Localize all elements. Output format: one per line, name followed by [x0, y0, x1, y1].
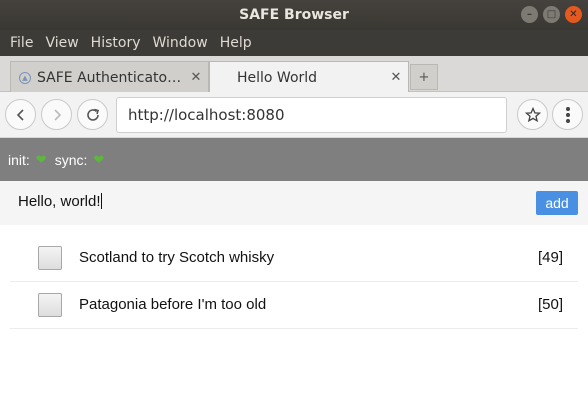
todo-text: Patagonia before I'm too old: [79, 296, 267, 313]
new-todo-row: Hello, world! add: [0, 181, 588, 225]
chevron-left-icon: [16, 108, 24, 121]
green-heart-icon: ❤: [35, 151, 47, 167]
chevron-right-icon: [53, 108, 61, 121]
menu-file[interactable]: File: [6, 35, 37, 51]
window-controls: – □ ✕: [521, 6, 582, 23]
sync-label: sync:: [54, 151, 88, 168]
safe-logo-icon: ▲: [19, 71, 31, 84]
reload-icon: [86, 108, 99, 121]
menu-more-button[interactable]: [552, 99, 583, 130]
new-todo-value: Hello, world!: [18, 193, 101, 210]
star-icon: [524, 106, 541, 122]
minimize-icon[interactable]: –: [521, 6, 538, 23]
todo-checkbox[interactable]: [38, 293, 62, 317]
new-todo-input[interactable]: Hello, world!: [18, 193, 102, 210]
tab-safe-authenticator[interactable]: ▲ SAFE Authenticator ... ✕: [10, 61, 209, 93]
tab-title: Hello World: [237, 69, 318, 86]
back-button[interactable]: [5, 99, 36, 130]
new-tab-button[interactable]: +: [410, 64, 438, 90]
todo-list: Scotland to try Scotch whisky [49] Patag…: [10, 235, 578, 329]
init-label: init:: [8, 151, 30, 168]
todo-id: [49]: [537, 249, 563, 266]
plus-icon: +: [418, 69, 430, 85]
bookmark-button[interactable]: [517, 99, 548, 130]
todo-item: Scotland to try Scotch whisky [49]: [10, 235, 578, 282]
window-titlebar: SAFE Browser – □ ✕: [0, 0, 588, 30]
more-vertical-icon: [565, 106, 570, 123]
menu-window[interactable]: Window: [148, 35, 211, 51]
todo-item: Patagonia before I'm too old [50]: [10, 282, 578, 329]
todo-checkbox[interactable]: [38, 246, 62, 270]
window-title: SAFE Browser: [239, 7, 349, 23]
forward-button[interactable]: [41, 99, 72, 130]
tab-close-icon[interactable]: ✕: [384, 70, 408, 85]
menu-history[interactable]: History: [87, 35, 145, 51]
reload-button[interactable]: [77, 99, 108, 130]
menu-help[interactable]: Help: [216, 35, 256, 51]
connection-status-bar: init: ❤ sync: ❤: [0, 138, 588, 181]
tab-close-icon[interactable]: ✕: [184, 70, 208, 85]
address-toolbar: http://localhost:8080: [0, 92, 588, 138]
tab-hello-world[interactable]: Hello World ✕: [209, 61, 409, 93]
todo-id: [50]: [537, 296, 563, 313]
todo-text: Scotland to try Scotch whisky: [79, 249, 275, 266]
close-icon[interactable]: ✕: [565, 6, 582, 23]
add-button[interactable]: add: [536, 191, 578, 215]
menu-bar: File View History Window Help: [0, 30, 588, 56]
tab-strip: ▲ SAFE Authenticator ... ✕ Hello World ✕: [0, 56, 588, 93]
green-heart-icon: ❤: [93, 151, 105, 167]
maximize-icon[interactable]: □: [543, 6, 560, 23]
tab-title: SAFE Authenticator ...: [37, 69, 184, 86]
url-input[interactable]: http://localhost:8080: [116, 97, 507, 133]
menu-view[interactable]: View: [41, 35, 82, 51]
text-cursor: [100, 193, 102, 209]
